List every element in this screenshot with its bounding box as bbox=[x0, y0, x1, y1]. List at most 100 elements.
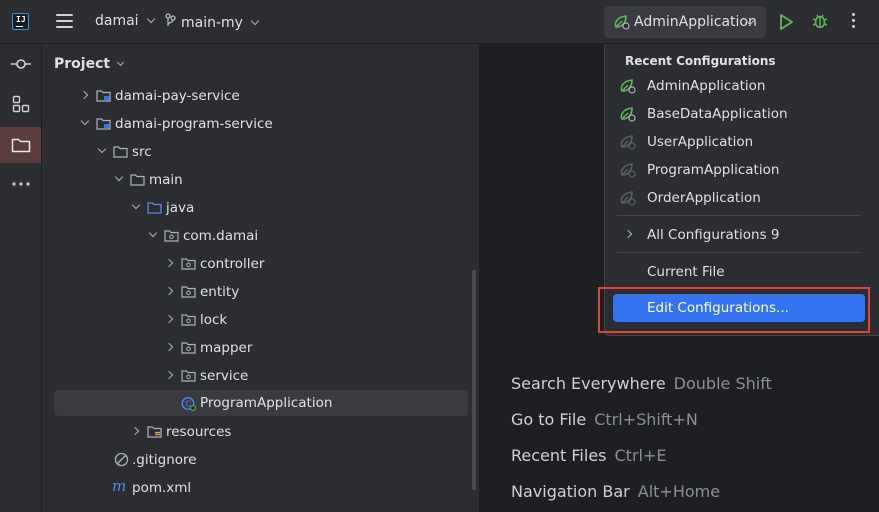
current-file-item[interactable]: Current File bbox=[615, 258, 869, 286]
tree-node-selected[interactable]: C ProgramApplication bbox=[54, 390, 468, 416]
tree-node[interactable]: damai-pay-service bbox=[42, 83, 479, 109]
branch-selector[interactable]: main-my bbox=[165, 13, 260, 31]
recent-config-item[interactable]: AdminApplication bbox=[615, 72, 869, 100]
module-folder-icon bbox=[96, 88, 111, 103]
recent-config-item[interactable]: OrderApplication bbox=[615, 184, 869, 212]
config-label: OrderApplication bbox=[647, 190, 761, 206]
tree-node-label: damai-pay-service bbox=[115, 88, 240, 104]
more-tool-windows-icon[interactable] bbox=[5, 168, 37, 200]
project-folder-icon[interactable] bbox=[0, 127, 41, 163]
gitignore-icon bbox=[114, 452, 129, 467]
project-view-selector[interactable]: Project bbox=[54, 56, 125, 72]
chevron-right-icon[interactable] bbox=[164, 370, 174, 380]
tree-node[interactable]: service bbox=[42, 363, 479, 389]
tree-node-label: src bbox=[132, 144, 152, 160]
maven-icon: m bbox=[112, 477, 127, 495]
folder-icon bbox=[113, 144, 128, 159]
tree-node[interactable]: m pom.xml bbox=[42, 475, 479, 501]
chevron-right-icon[interactable] bbox=[164, 314, 174, 324]
ide-logo-icon[interactable]: IJ bbox=[12, 13, 29, 30]
folder-icon bbox=[130, 172, 145, 187]
spring-boot-inactive-icon bbox=[619, 134, 636, 154]
hint-shortcut: Ctrl+Shift+N bbox=[594, 410, 698, 429]
structure-icon[interactable] bbox=[5, 88, 37, 120]
chevron-right-icon[interactable] bbox=[164, 286, 174, 296]
tree-node[interactable]: java bbox=[42, 195, 479, 221]
chevron-right-icon[interactable] bbox=[164, 258, 174, 268]
tree-node[interactable]: resources bbox=[42, 419, 479, 445]
chevron-down-icon[interactable] bbox=[97, 144, 107, 154]
chevron-down-icon[interactable] bbox=[131, 200, 141, 210]
config-label: ProgramApplication bbox=[647, 162, 780, 178]
all-configurations-label: All Configurations 9 bbox=[647, 227, 780, 243]
tree-node-label: ProgramApplication bbox=[200, 395, 333, 411]
main-toolbar: IJ damai main-my AdminApplication bbox=[0, 0, 879, 44]
debug-icon[interactable] bbox=[811, 12, 829, 30]
hint-shortcut: Double Shift bbox=[673, 374, 772, 393]
recent-config-item[interactable]: BaseDataApplication bbox=[615, 100, 869, 128]
tree-node[interactable]: com.damai bbox=[42, 223, 479, 249]
all-configurations-item[interactable]: All Configurations 9 bbox=[615, 221, 869, 249]
tree-node-label: controller bbox=[200, 256, 265, 272]
chevron-down-icon[interactable] bbox=[148, 228, 158, 238]
more-actions-icon[interactable] bbox=[851, 13, 857, 31]
recent-config-item[interactable]: UserApplication bbox=[615, 128, 869, 156]
tree-node[interactable]: mapper bbox=[42, 335, 479, 361]
git-branch-icon bbox=[165, 13, 177, 31]
tree-node-label: service bbox=[200, 368, 249, 384]
module-folder-icon bbox=[96, 116, 111, 131]
resources-folder-icon bbox=[147, 424, 162, 439]
chevron-down-icon bbox=[250, 16, 260, 26]
popup-divider bbox=[617, 252, 861, 253]
tree-node-label: entity bbox=[200, 284, 240, 300]
tree-node-label: mapper bbox=[200, 340, 253, 356]
popup-heading: Recent Configurations bbox=[625, 54, 776, 68]
tree-node[interactable]: damai-program-service bbox=[42, 111, 479, 137]
spring-boot-inactive-icon bbox=[619, 190, 636, 210]
tree-node-label: damai-program-service bbox=[115, 116, 273, 132]
hint-shortcut: Ctrl+E bbox=[614, 446, 667, 465]
project-name: damai bbox=[95, 13, 139, 29]
config-label: BaseDataApplication bbox=[647, 106, 788, 122]
hint-search-everywhere: Search Everywhere Double Shift bbox=[511, 374, 772, 393]
current-file-label: Current File bbox=[647, 264, 725, 280]
recent-config-item[interactable]: ProgramApplication bbox=[615, 156, 869, 184]
hint-label: Navigation Bar bbox=[511, 482, 630, 501]
spring-class-icon: C bbox=[181, 396, 197, 412]
package-icon bbox=[181, 340, 196, 355]
chevron-right-icon[interactable] bbox=[79, 90, 89, 100]
hint-recent-files: Recent Files Ctrl+E bbox=[511, 446, 666, 465]
tree-node[interactable]: entity bbox=[42, 279, 479, 305]
config-label: AdminApplication bbox=[647, 78, 766, 94]
chevron-right-icon[interactable] bbox=[130, 426, 140, 436]
package-icon bbox=[181, 368, 196, 383]
project-selector[interactable]: damai bbox=[95, 13, 155, 29]
tree-node-label: .gitignore bbox=[132, 452, 197, 468]
tree-node[interactable]: .gitignore bbox=[42, 447, 479, 473]
run-icon[interactable] bbox=[778, 13, 794, 31]
commit-icon[interactable] bbox=[5, 48, 37, 80]
chevron-down-icon bbox=[117, 58, 125, 67]
spring-boot-icon bbox=[613, 14, 630, 34]
hint-navigation-bar: Navigation Bar Alt+Home bbox=[511, 482, 720, 501]
chevron-down-icon[interactable] bbox=[80, 116, 90, 126]
panel-title: Project bbox=[54, 56, 111, 72]
tree-node[interactable]: src bbox=[42, 139, 479, 165]
main-menu-icon[interactable] bbox=[56, 14, 73, 28]
tree-node-label: main bbox=[149, 172, 183, 188]
tree-node[interactable]: main bbox=[42, 167, 479, 193]
package-icon bbox=[181, 256, 196, 271]
vertical-scrollbar[interactable] bbox=[472, 270, 476, 490]
chevron-right-icon bbox=[623, 229, 633, 239]
spring-boot-inactive-icon bbox=[619, 162, 636, 182]
spring-boot-icon bbox=[619, 78, 636, 98]
tree-node[interactable]: lock bbox=[42, 307, 479, 333]
tree-node[interactable]: controller bbox=[42, 251, 479, 277]
annotation-highlight-box bbox=[598, 287, 870, 333]
run-configuration-label: AdminApplication bbox=[634, 14, 757, 30]
chevron-right-icon[interactable] bbox=[164, 342, 174, 352]
run-configuration-selector[interactable]: AdminApplication bbox=[604, 6, 766, 38]
tree-node-label: com.damai bbox=[183, 228, 259, 244]
source-folder-icon bbox=[147, 200, 162, 215]
chevron-down-icon[interactable] bbox=[114, 172, 124, 182]
